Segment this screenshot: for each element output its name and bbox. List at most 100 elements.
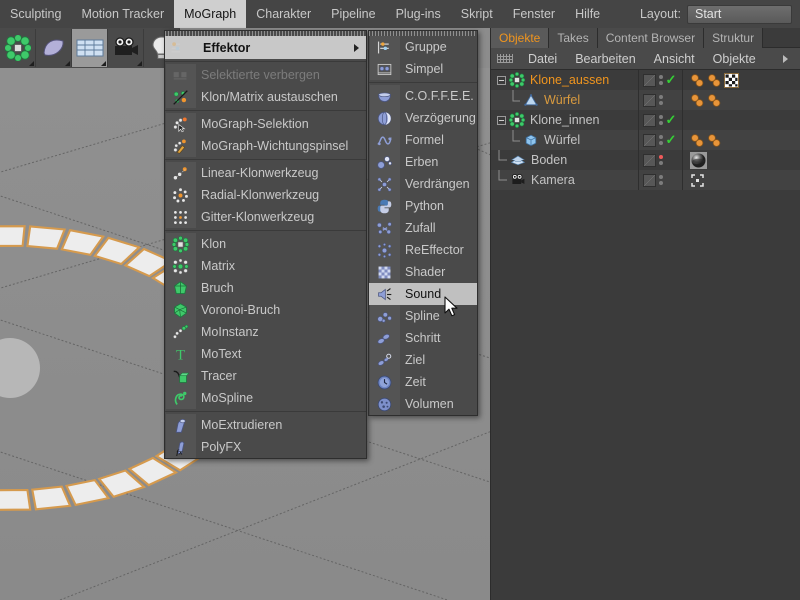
effektor-menu-item-zeit[interactable]: Zeit [369,371,477,393]
object-manager-tab-struktur[interactable]: Struktur [704,28,763,48]
render-visibility-toggle[interactable] [643,174,656,187]
effektor-menu-item-formel[interactable]: Formel [369,129,477,151]
tag-cell[interactable] [682,152,707,169]
visibility-cell[interactable]: ✓ [638,114,682,127]
effektor-menu-item-reeffector[interactable]: ReEffector [369,239,477,261]
object-manager-tab-takes[interactable]: Takes [549,28,597,48]
visibility-cell[interactable]: ✓ [638,74,682,87]
floor-tool-button[interactable] [72,29,108,67]
mograph-menu-item-klon-matrix-austauschen[interactable]: Klon/Matrix austauschen [165,86,366,108]
mograph-selection-tag[interactable] [690,73,705,88]
visibility-dot[interactable] [659,115,663,119]
effektor-menu-item-c-o-f-f-e-e-[interactable]: C.O.F.F.E.E. [369,85,477,107]
mograph-menu-item-mospline[interactable]: MoSpline [165,387,366,409]
mograph-menu-item-tracer[interactable]: Tracer [165,365,366,387]
mograph-menu-item-effektor[interactable]: Effektor [165,36,366,59]
target-expression-tag[interactable] [690,173,705,188]
visibility-dot[interactable] [659,75,663,79]
visibility-cell[interactable] [638,94,682,107]
object-manager-tearoff-handle[interactable] [497,54,513,63]
menubar-item-plug-ins[interactable]: Plug-ins [386,0,451,28]
effektor-menu-item-shader[interactable]: Shader [369,261,477,283]
object-manager-menu-datei[interactable]: Datei [519,52,566,66]
render-visibility-toggle[interactable] [643,74,656,87]
effektor-submenu[interactable]: Gruppe Simpel C.O.F.F.E.E. Verzögerung F… [368,30,478,416]
mograph-selection-tag[interactable] [690,93,705,108]
menubar-item-hilfe[interactable]: Hilfe [565,0,610,28]
mograph-selection-tag[interactable] [707,133,722,148]
visibility-dot[interactable] [659,161,663,165]
render-visibility-toggle[interactable] [643,154,656,167]
object-name-cell[interactable]: Würfel [491,130,638,150]
object-manager-menu-overflow-arrow[interactable] [783,55,788,63]
mograph-selection-tag[interactable] [690,73,705,88]
mograph-selection-tag[interactable] [707,93,722,108]
material-tag[interactable] [690,152,707,169]
effektor-menu-item-sound[interactable]: Sound [369,283,477,305]
mograph-menu-item-matrix[interactable]: Matrix [165,255,366,277]
object-name-cell[interactable]: Klone_aussen [491,70,638,90]
effektor-menu-item-simpel[interactable]: Simpel [369,58,477,80]
object-row[interactable]: Kamera [491,170,800,190]
effektor-menu-item-gruppe[interactable]: Gruppe [369,36,477,58]
visibility-dot[interactable] [659,95,663,99]
effektor-menu-item-spline[interactable]: Spline [369,305,477,327]
visibility-cell[interactable] [638,154,682,167]
visibility-dot[interactable] [659,175,663,179]
mograph-menu-item-linear-klonwerkzeug[interactable]: Linear-Klonwerkzeug [165,162,366,184]
mograph-selection-tag[interactable] [690,133,705,148]
mograph-menu-item-radial-klonwerkzeug[interactable]: Radial-Klonwerkzeug [165,184,366,206]
visibility-cell[interactable]: ✓ [638,134,682,147]
menubar-item-fenster[interactable]: Fenster [503,0,565,28]
menubar-item-charakter[interactable]: Charakter [246,0,321,28]
visibility-dot[interactable] [659,101,663,105]
menubar-item-motion-tracker[interactable]: Motion Tracker [71,0,174,28]
mograph-menu-item-polyfx[interactable]: fxPolyFX [165,436,366,458]
editor-visibility-dots[interactable] [659,175,663,185]
object-row[interactable]: Boden [491,150,800,170]
tag-cell[interactable] [682,173,705,188]
effektor-menu-item-python[interactable]: Python [369,195,477,217]
object-tree[interactable]: Klone_aussen✓ Würfel [491,70,800,190]
object-manager-menu-bearbeiten[interactable]: Bearbeiten [566,52,644,66]
tag-cell[interactable] [682,73,739,88]
tag-cell[interactable] [682,133,722,148]
effektor-menu-item-zufall[interactable]: Zufall [369,217,477,239]
visibility-dot[interactable] [659,135,663,139]
menubar-item-pipeline[interactable]: Pipeline [321,0,385,28]
camera-tool-button[interactable] [108,29,144,67]
editor-visibility-dots[interactable] [659,95,663,105]
object-row[interactable]: Klone_aussen✓ [491,70,800,90]
visibility-dot[interactable] [659,141,663,145]
object-name-cell[interactable]: Boden [491,150,638,170]
checker-texture-tag[interactable] [724,73,739,88]
visibility-cell[interactable] [638,174,682,187]
checker-texture-tag[interactable] [724,73,739,88]
render-visibility-toggle[interactable] [643,114,656,127]
mograph-menu-item-voronoi-bruch[interactable]: Voronoi-Bruch [165,299,366,321]
object-manager-tab-objekte[interactable]: Objekte [491,28,549,48]
material-tag[interactable] [690,152,707,169]
object-row[interactable]: Würfel [491,90,800,110]
mograph-menu-item-bruch[interactable]: Bruch [165,277,366,299]
mograph-menu-item-mograph-selektion[interactable]: MoGraph-Selektion [165,113,366,135]
visibility-dot[interactable] [659,155,663,159]
effektor-menu-item-volumen[interactable]: Volumen [369,393,477,415]
effektor-menu-item-verz-gerung[interactable]: Verzögerung [369,107,477,129]
visibility-dot[interactable] [659,121,663,125]
tag-cell[interactable] [682,93,722,108]
mograph-selection-tag[interactable] [707,73,722,88]
effektor-menu-item-verdr-ngen[interactable]: Verdrängen [369,173,477,195]
effektor-menu-item-ziel[interactable]: Ziel [369,349,477,371]
menubar-item-sculpting[interactable]: Sculpting [0,0,71,28]
visibility-dot[interactable] [659,181,663,185]
mograph-selection-tag[interactable] [707,73,722,88]
effektor-menu-item-schritt[interactable]: Schritt [369,327,477,349]
mograph-selection-tag[interactable] [690,133,705,148]
menubar-item-mograph[interactable]: MoGraph [174,0,246,28]
object-manager-menu-objekte[interactable]: Objekte [704,52,765,66]
render-visibility-toggle[interactable] [643,94,656,107]
visibility-dot[interactable] [659,81,663,85]
object-row[interactable]: Klone_innen✓ [491,110,800,130]
layout-dropdown[interactable]: Start [687,5,792,24]
